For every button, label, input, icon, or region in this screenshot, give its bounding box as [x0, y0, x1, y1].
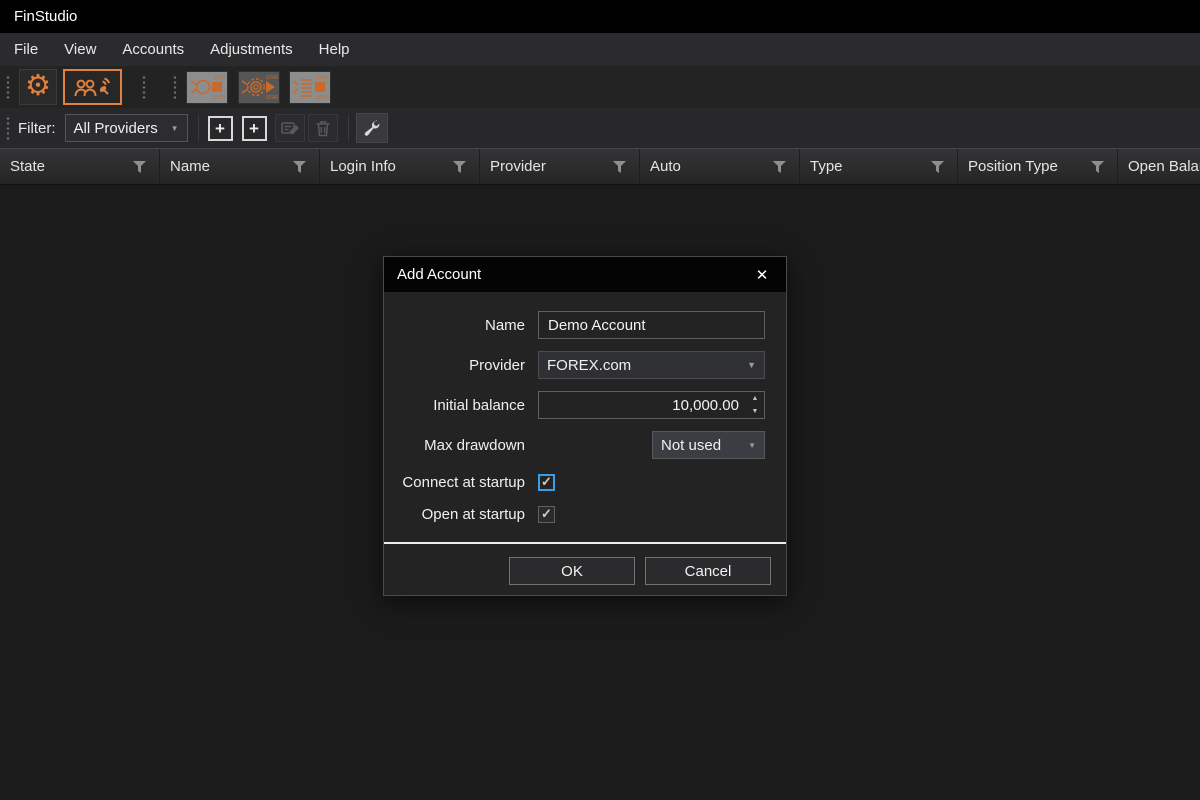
- svg-text:STOP: STOP: [213, 95, 226, 101]
- edit-account-button: [275, 114, 305, 142]
- check-icon: ✓: [541, 506, 552, 522]
- toolbar-separator: [198, 115, 199, 141]
- svg-text:STOP: STOP: [213, 75, 226, 81]
- gear-icon: ⚙: [25, 72, 51, 101]
- column-header-name[interactable]: Name: [160, 149, 320, 184]
- menu-adjustments[interactable]: Adjustments: [197, 33, 306, 66]
- main-toolbar: ⚙: [0, 66, 1200, 108]
- spin-down-icon[interactable]: ▼: [746, 405, 764, 418]
- app-title: FinStudio: [14, 8, 77, 25]
- filter-funnel-icon[interactable]: [293, 161, 306, 173]
- open-at-startup-label: Open at startup: [384, 506, 525, 523]
- app-window: FinStudio File View Accounts Adjustments…: [0, 0, 1200, 800]
- provider-filter-dropdown[interactable]: All Providers ▼: [65, 114, 188, 142]
- menu-view[interactable]: View: [51, 33, 109, 66]
- open-at-startup-row: Open at startup ✓: [384, 503, 786, 525]
- column-header-login-info[interactable]: Login Info: [320, 149, 480, 184]
- column-header-type[interactable]: Type: [800, 149, 958, 184]
- max-drawdown-row: Max drawdown Not used ▼: [384, 431, 786, 459]
- toolbar-grip-handle[interactable]: [173, 75, 177, 99]
- people-broadcast-icon: [71, 75, 115, 99]
- max-drawdown-value: Not used: [661, 437, 721, 454]
- column-header-provider[interactable]: Provider: [480, 149, 640, 184]
- filter-funnel-icon[interactable]: [133, 161, 146, 173]
- close-icon[interactable]: ✕: [751, 264, 773, 286]
- connection-stop-icon: STOP STOP: [188, 73, 226, 101]
- connect-at-startup-row: Connect at startup ✓: [384, 471, 786, 493]
- column-header-auto[interactable]: Auto: [640, 149, 800, 184]
- edit-icon: [281, 120, 299, 136]
- chevron-down-icon: ▼: [747, 360, 756, 370]
- open-at-startup-checkbox[interactable]: ✓: [538, 506, 555, 523]
- cancel-button[interactable]: Cancel: [645, 557, 771, 585]
- filter-grip-handle[interactable]: [6, 116, 10, 140]
- settings-button[interactable]: ⚙: [19, 69, 57, 105]
- toolbar-grip-handle[interactable]: [142, 75, 146, 99]
- log-stop-button: STOP STOP: [289, 71, 331, 104]
- add-account-dialog: Add Account ✕ Name Provider FOREX.com ▼: [383, 256, 787, 596]
- menu-accounts[interactable]: Accounts: [109, 33, 197, 66]
- wrench-icon: [362, 119, 381, 138]
- provider-dropdown[interactable]: FOREX.com ▼: [538, 351, 765, 379]
- initial-balance-row: Initial balance ▲ ▼: [384, 391, 786, 419]
- toolbar-separator: [348, 115, 349, 141]
- spin-up-icon[interactable]: ▲: [746, 392, 764, 405]
- menu-file[interactable]: File: [1, 33, 51, 66]
- add-simulated-account-button[interactable]: +: [242, 116, 267, 141]
- filter-funnel-icon[interactable]: [773, 161, 786, 173]
- max-drawdown-label: Max drawdown: [384, 437, 525, 454]
- filter-funnel-icon[interactable]: [931, 161, 944, 173]
- initial-balance-field[interactable]: [539, 392, 746, 418]
- ok-button[interactable]: OK: [509, 557, 635, 585]
- initial-balance-label: Initial balance: [384, 397, 525, 414]
- filter-funnel-icon[interactable]: [613, 161, 626, 173]
- menu-help[interactable]: Help: [306, 33, 363, 66]
- provider-label: Provider: [384, 357, 525, 374]
- svg-text:START: START: [266, 95, 278, 101]
- filter-toolbar: Filter: All Providers ▼ + +: [0, 108, 1200, 148]
- connection-stop-button: STOP STOP: [186, 71, 228, 104]
- filter-label: Filter:: [18, 120, 56, 137]
- svg-text:START: START: [266, 75, 278, 81]
- filter-funnel-icon[interactable]: [453, 161, 466, 173]
- dialog-titlebar[interactable]: Add Account ✕: [384, 257, 786, 292]
- log-stop-icon: STOP STOP: [291, 73, 329, 101]
- name-label: Name: [384, 317, 525, 334]
- max-drawdown-dropdown[interactable]: Not used ▼: [652, 431, 765, 459]
- svg-text:STOP: STOP: [316, 95, 329, 101]
- connect-at-startup-label: Connect at startup: [384, 474, 525, 491]
- dialog-title: Add Account: [397, 266, 481, 283]
- column-header-state[interactable]: State: [0, 149, 160, 184]
- menu-bar: File View Accounts Adjustments Help: [0, 33, 1200, 66]
- check-icon: ✓: [541, 474, 552, 490]
- window-titlebar[interactable]: FinStudio: [0, 0, 1200, 33]
- name-field[interactable]: [538, 311, 765, 339]
- column-header-open-balance[interactable]: Open Balance: [1118, 149, 1200, 184]
- connect-at-startup-checkbox[interactable]: ✓: [538, 474, 555, 491]
- filter-funnel-icon[interactable]: [1091, 161, 1104, 173]
- dialog-body: Name Provider FOREX.com ▼ Initial balanc…: [384, 292, 786, 542]
- add-account-button[interactable]: +: [208, 116, 233, 141]
- provider-value: FOREX.com: [547, 357, 631, 374]
- dialog-footer: OK Cancel: [384, 544, 786, 595]
- strategy-start-icon: START START: [240, 73, 278, 101]
- strategy-start-button: START START: [238, 71, 280, 104]
- toolbar-grip-handle[interactable]: [6, 75, 10, 99]
- balance-spinner: ▲ ▼: [746, 392, 764, 418]
- accounts-table-header: State Name Login Info Provider Auto Type…: [0, 148, 1200, 185]
- trash-icon: [315, 120, 331, 137]
- column-header-position-type[interactable]: Position Type: [958, 149, 1118, 184]
- name-row: Name: [384, 311, 786, 339]
- accounts-view-button[interactable]: [63, 69, 122, 105]
- provider-filter-value: All Providers: [74, 120, 158, 137]
- delete-account-button: [308, 114, 338, 142]
- provider-row: Provider FOREX.com ▼: [384, 351, 786, 379]
- chevron-down-icon: ▼: [171, 124, 179, 133]
- svg-text:STOP: STOP: [316, 75, 329, 81]
- account-settings-button[interactable]: [356, 113, 388, 143]
- chevron-down-icon: ▼: [748, 441, 756, 450]
